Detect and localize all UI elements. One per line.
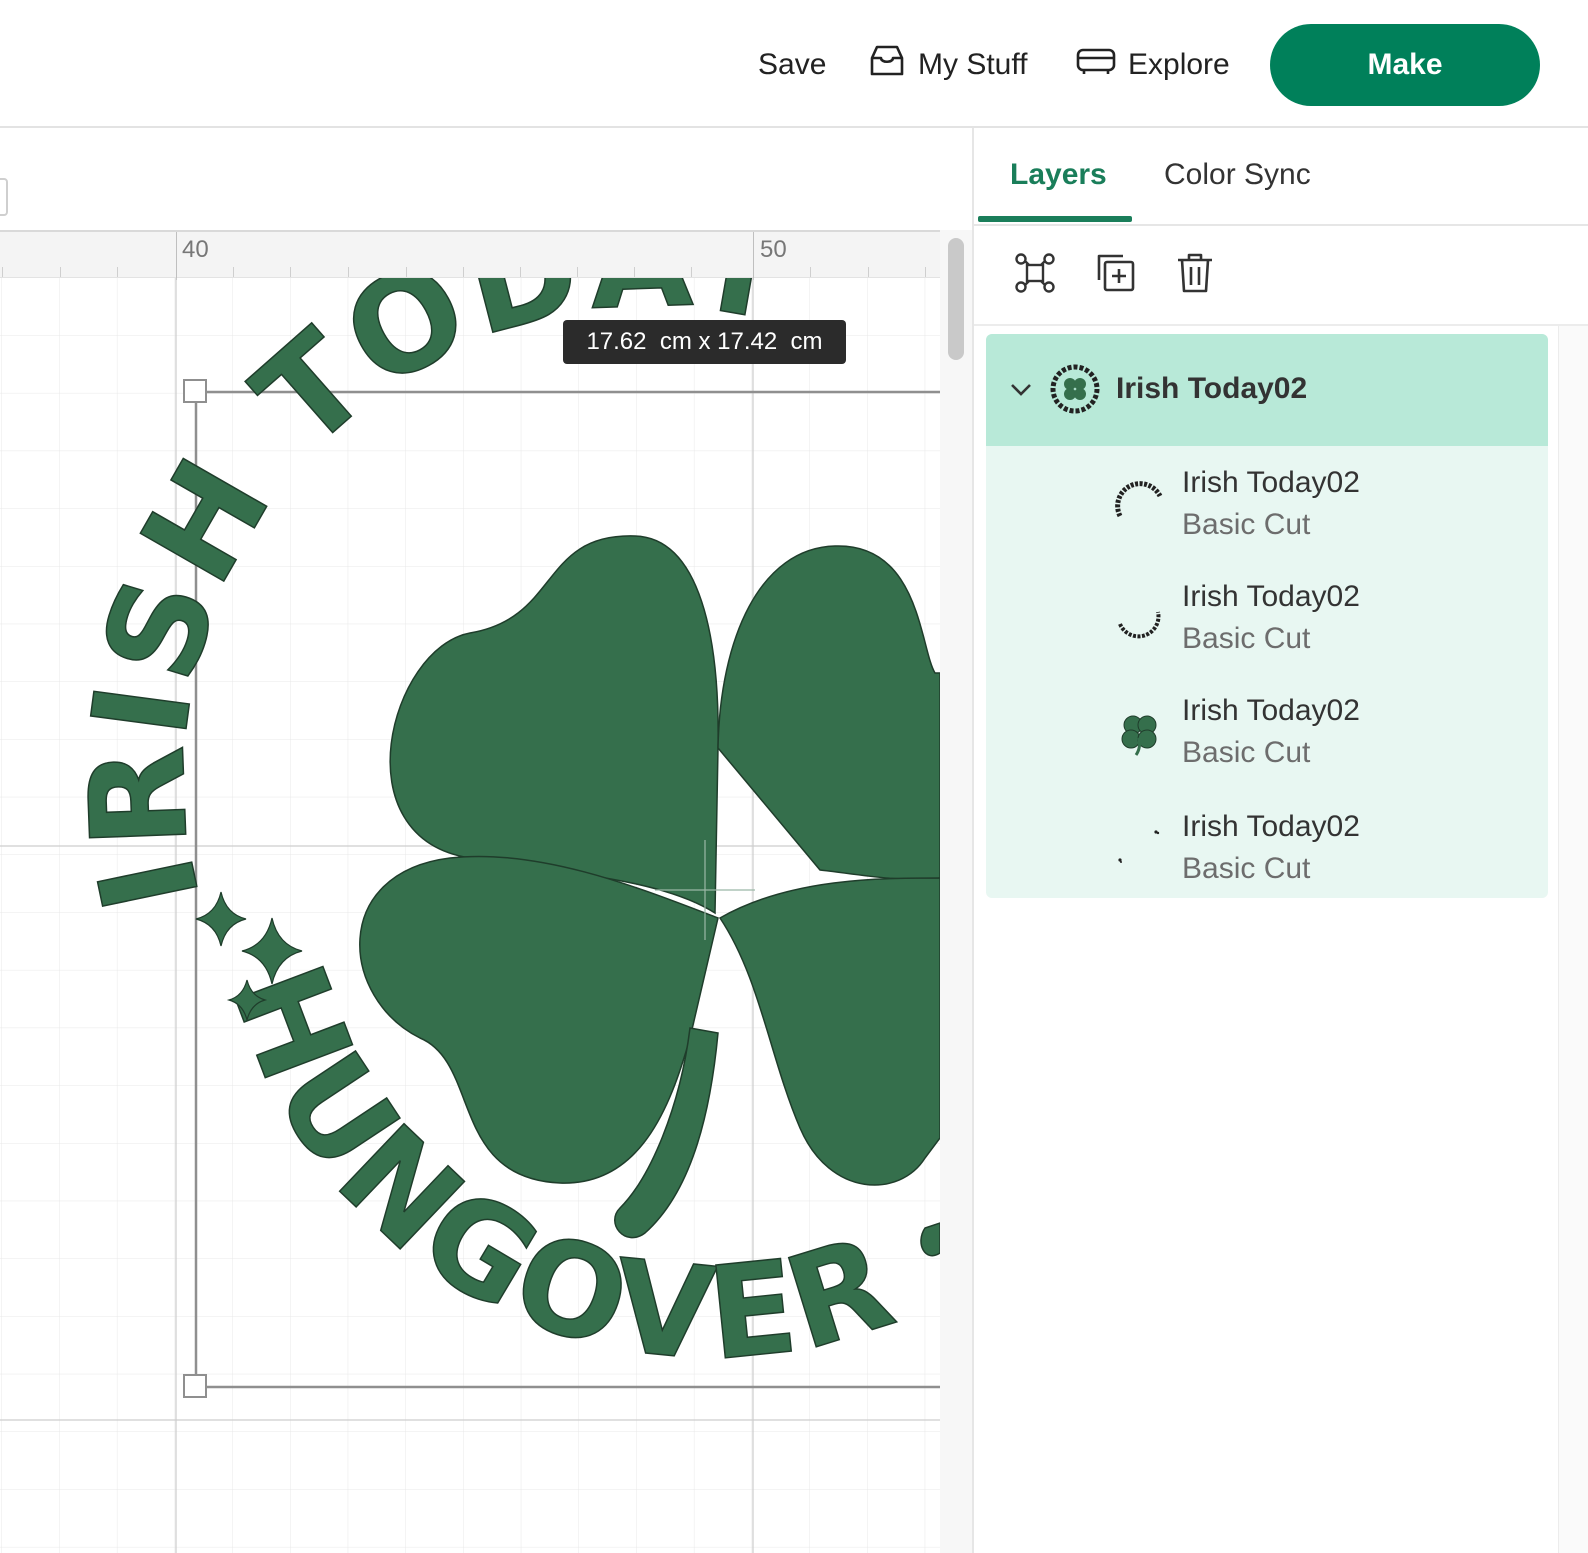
layer-type: Basic Cut bbox=[1182, 622, 1311, 655]
ruler-label-50: 50 bbox=[760, 236, 787, 263]
save-button[interactable]: Save bbox=[758, 40, 826, 90]
ruler-label-40: 40 bbox=[182, 236, 209, 263]
layer-item[interactable]: Irish Today02 Basic Cut bbox=[986, 678, 1548, 790]
layer-item[interactable]: Irish Today02 Basic Cut bbox=[986, 450, 1548, 562]
layer-type: Basic Cut bbox=[1182, 852, 1311, 885]
group-icon[interactable] bbox=[1010, 248, 1060, 298]
sparkle-dots-thumb bbox=[1114, 824, 1166, 876]
explore-icon bbox=[1076, 47, 1116, 83]
layer-toolbar bbox=[974, 226, 1588, 326]
layer-name: Irish Today02 bbox=[1182, 694, 1360, 727]
layer-name: Irish Today02 bbox=[1182, 466, 1360, 499]
layer-group-title: Irish Today02 bbox=[1116, 372, 1308, 405]
layer-name: Irish Today02 bbox=[1182, 810, 1360, 843]
horizontal-ruler: 40 50 bbox=[0, 230, 940, 280]
layer-name: Irish Today02 bbox=[1182, 580, 1360, 613]
my-stuff-button[interactable]: My Stuff bbox=[868, 40, 1027, 90]
layer-group: Irish Today02 Irish Today02 Basic Cut Ir… bbox=[986, 334, 1548, 898]
explore-label: Explore bbox=[1128, 48, 1230, 81]
make-label: Make bbox=[1367, 48, 1443, 81]
tab-color-sync[interactable]: Color Sync bbox=[1164, 158, 1311, 192]
trash-icon[interactable] bbox=[1170, 248, 1220, 298]
panel-scrollbar[interactable] bbox=[1558, 326, 1588, 1553]
design-canvas-area: 40 50 IRISH TO HUNGOVER 17.62 cm x 17.42… bbox=[0, 128, 972, 1553]
layers-panel: Layers Color Sync Irish Today02 Irish To… bbox=[972, 128, 1588, 1553]
resize-handle-bottom-left bbox=[183, 1374, 207, 1398]
top-bar: Save My Stuff Explore Make bbox=[0, 0, 1588, 128]
inbox-icon bbox=[868, 44, 906, 86]
group-thumbnail bbox=[1050, 364, 1100, 414]
save-label: Save bbox=[758, 48, 827, 81]
layer-item[interactable]: Irish Today02 Basic Cut bbox=[986, 794, 1548, 906]
canvas-scroll-thumb[interactable] bbox=[948, 238, 964, 360]
active-tab-indicator bbox=[978, 216, 1132, 222]
make-button[interactable]: Make bbox=[1270, 24, 1540, 106]
panel-tabs: Layers Color Sync bbox=[974, 128, 1588, 226]
canvas-vertical-scrollbar[interactable] bbox=[940, 230, 972, 1553]
duplicate-icon[interactable] bbox=[1090, 248, 1140, 298]
shamrock-thumb bbox=[1114, 708, 1166, 760]
top-arc-text-thumb bbox=[1114, 480, 1166, 532]
layer-item[interactable]: Irish Today02 Basic Cut bbox=[986, 564, 1548, 676]
my-stuff-label: My Stuff bbox=[918, 48, 1028, 81]
size-tooltip: 17.62 cm x 17.42 cm bbox=[563, 320, 846, 364]
tab-layers[interactable]: Layers bbox=[1010, 158, 1107, 192]
layer-type: Basic Cut bbox=[1182, 508, 1311, 541]
bottom-arc-text-thumb bbox=[1114, 594, 1166, 646]
toolbar-input-edge[interactable] bbox=[0, 178, 8, 216]
explore-button[interactable]: Explore bbox=[1076, 40, 1230, 90]
layer-group-header[interactable]: Irish Today02 bbox=[986, 334, 1548, 446]
canvas-grid[interactable]: IRISH TODAY HUNGOVER bbox=[0, 278, 940, 1553]
layer-type: Basic Cut bbox=[1182, 736, 1311, 769]
chevron-down-icon[interactable] bbox=[1006, 374, 1036, 404]
